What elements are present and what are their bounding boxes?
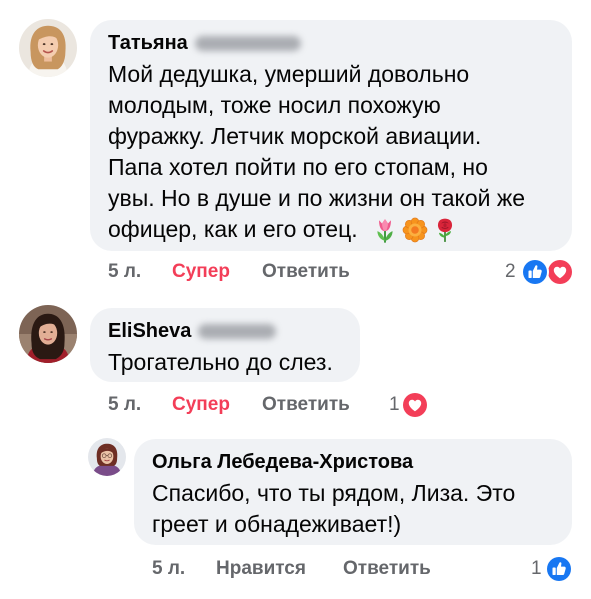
- like-icon: [545, 555, 573, 583]
- reaction-count[interactable]: 2: [505, 259, 516, 285]
- reaction-button[interactable]: Супер: [172, 392, 230, 418]
- reaction-button[interactable]: Супер: [172, 259, 230, 285]
- timestamp-link[interactable]: 5 л.: [108, 259, 141, 285]
- love-icon: [546, 258, 574, 286]
- comment-bubble: Ольга Лебедева-Христова Спасибо, что ты …: [134, 439, 572, 545]
- timestamp-link[interactable]: 5 л.: [108, 392, 141, 418]
- love-icon: [401, 391, 429, 419]
- author-avatar[interactable]: [19, 305, 77, 363]
- comment-text-line: Папа хотел пойти по его стопам, но: [108, 154, 488, 180]
- like-icon: [521, 258, 549, 286]
- comment-text-line: греет и обнадеживает!): [152, 511, 402, 537]
- author-avatar[interactable]: [88, 438, 126, 476]
- comment-text-line: Трогательно до слез.: [108, 349, 333, 375]
- reply-button[interactable]: Ответить: [343, 556, 431, 582]
- comment-text: Спасибо, что ты рядом, Лиза. Это греет и…: [152, 478, 515, 540]
- comment-bubble: EliSheva Трогательно до слез.: [90, 308, 360, 382]
- comment-text-line: увы. Но в душе и по жизни он такой же: [108, 185, 526, 211]
- reaction-count[interactable]: 1: [531, 556, 542, 582]
- author-name[interactable]: EliSheva: [108, 319, 191, 343]
- avatar-photo: [19, 19, 77, 77]
- author-name[interactable]: Ольга Лебедева-Христова: [152, 450, 413, 474]
- comments-thread: Татьяна Мой дедушка, умерший довольно мо…: [0, 0, 591, 599]
- comment-text-line-with-emojis: офицер, как и его отец.: [108, 214, 525, 245]
- author-name-link[interactable]: Татьяна: [108, 31, 301, 55]
- comment-text: Трогательно до слез.: [108, 347, 333, 378]
- comment-text: Мой дедушка, умерший довольно молодым, т…: [108, 59, 525, 245]
- reply-button[interactable]: Ответить: [262, 259, 350, 285]
- author-name-link[interactable]: Ольга Лебедева-Христова: [152, 450, 413, 474]
- blurred-surname: [198, 323, 277, 339]
- comment-text-line: фуражку. Летчик морской авиации.: [108, 123, 482, 149]
- reply-button[interactable]: Ответить: [262, 392, 350, 418]
- tulip-icon: [377, 218, 393, 243]
- author-avatar[interactable]: [19, 19, 77, 77]
- like-button[interactable]: Нравится: [216, 556, 306, 582]
- author-name-link[interactable]: EliSheva: [108, 319, 277, 343]
- avatar-photo: [88, 438, 126, 476]
- comment-text-line: Мой дедушка, умерший довольно: [108, 61, 470, 87]
- emoji-group: [372, 217, 458, 243]
- blurred-surname: [194, 35, 301, 51]
- author-name[interactable]: Татьяна: [108, 31, 188, 55]
- comment-text-line: Спасибо, что ты рядом, Лиза. Это: [152, 480, 516, 506]
- avatar-photo: [19, 305, 77, 363]
- comment-text-fragment: офицер, как и его отец.: [108, 216, 358, 242]
- rosette-icon: [402, 217, 428, 242]
- reaction-count[interactable]: 1: [389, 392, 400, 418]
- comment-text-line: молодым, тоже носил похожую: [108, 92, 441, 118]
- rose-icon: [437, 218, 452, 242]
- comment-bubble: Татьяна Мой дедушка, умерший довольно мо…: [90, 20, 572, 251]
- timestamp-link[interactable]: 5 л.: [152, 556, 185, 582]
